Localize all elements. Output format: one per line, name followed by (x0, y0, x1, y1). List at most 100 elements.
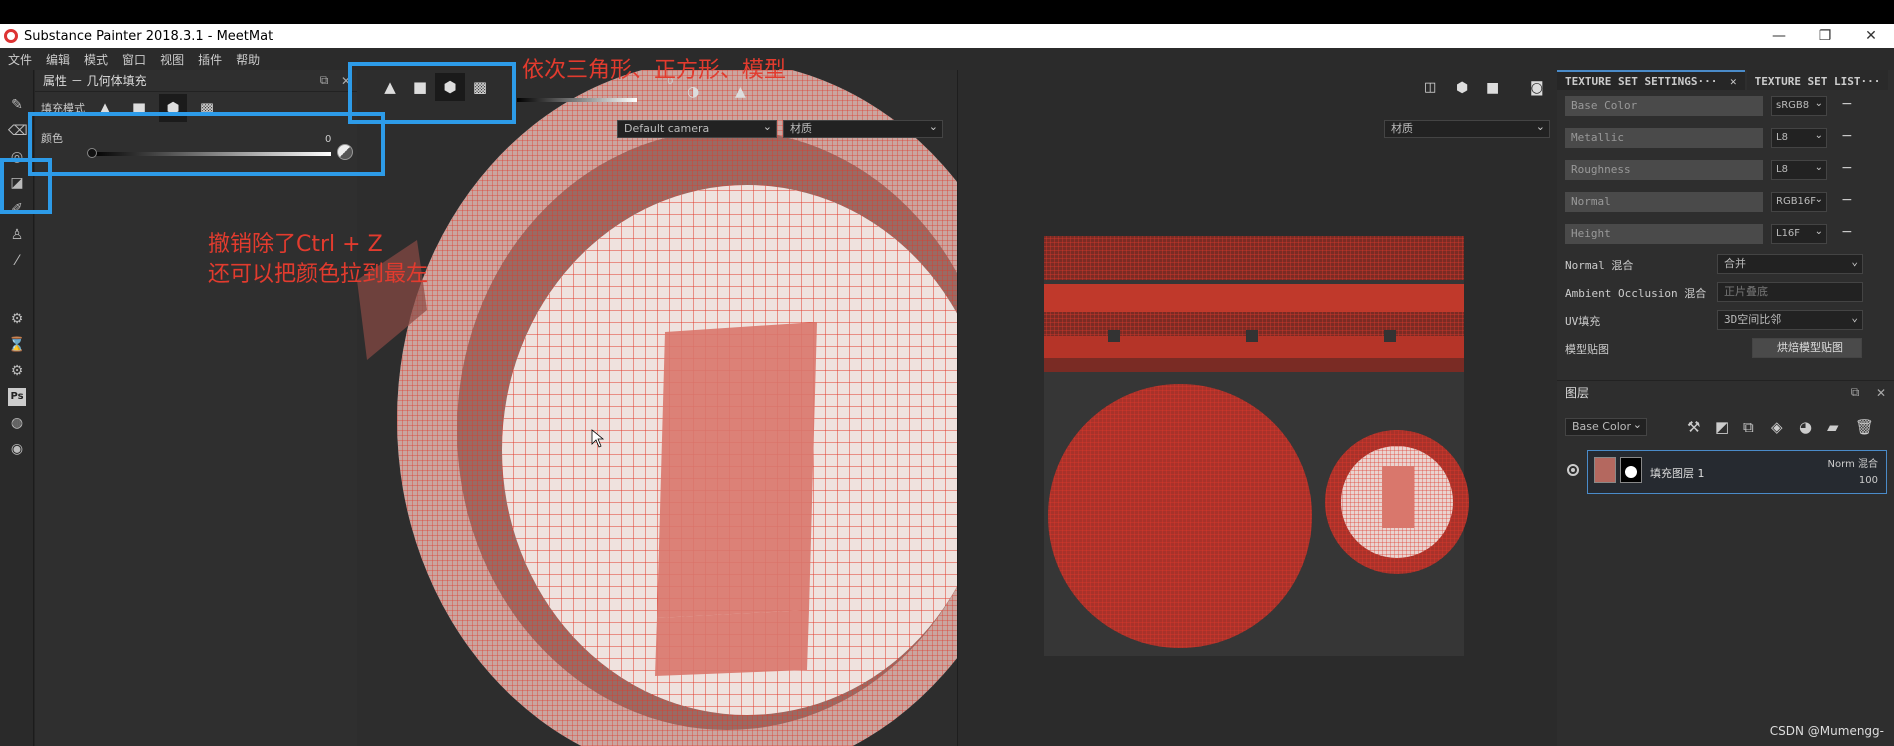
csdn-watermark: CSDN @Mumengg- (1769, 724, 1884, 738)
restore-button[interactable]: ❐ (1802, 28, 1848, 44)
contrast-icon[interactable]: ◑ (687, 84, 699, 100)
remove-channel-icon[interactable]: − (1841, 160, 1853, 176)
substance-app-icon (4, 29, 18, 43)
window-title: Substance Painter 2018.3.1 - MeetMat (24, 28, 274, 44)
channel-name[interactable]: Height (1565, 224, 1763, 244)
right-panel-tabs: TEXTURE SET SETTINGS··· ✕ TEXTURE SET LI… (1557, 70, 1894, 90)
mesh-maps-label: 模型贴图 (1565, 343, 1609, 356)
channel-row: Base Color sRGB8 − (1557, 90, 1894, 122)
menu-window[interactable]: 窗口 (122, 51, 146, 68)
layer-channel-select[interactable]: Base Color (1565, 417, 1647, 436)
layer-name: 填充图层 1 (1650, 467, 1705, 480)
layers-title: 图层 (1565, 386, 1590, 400)
menu-plugins[interactable]: 插件 (198, 51, 222, 68)
channel-format-select[interactable]: L8 (1771, 159, 1827, 180)
uv-padding-select[interactable]: 3D空间比邻 (1717, 309, 1863, 330)
tab-texture-set-settings-label: TEXTURE SET SETTINGS··· (1565, 75, 1718, 88)
paint-brush-icon[interactable]: ✎ (8, 96, 26, 114)
mask-icon[interactable]: ▲ (735, 84, 746, 100)
add-layer-icon[interactable]: ⧉ (1743, 418, 1754, 436)
normal-blend-label: Normal 混合 (1565, 259, 1634, 272)
remove-channel-icon[interactable]: − (1841, 192, 1853, 208)
eraser-icon[interactable]: ⌫ (8, 122, 28, 140)
color-picker-icon[interactable]: ⁄ (8, 252, 26, 270)
shelf-icon[interactable]: ⚙ (8, 310, 26, 328)
settings-icon[interactable]: ⚙ (8, 362, 26, 380)
material-select-3d[interactable]: 材质 (783, 119, 943, 138)
channel-row: Height L16F − (1557, 218, 1894, 250)
layer-opacity[interactable]: 100 (1859, 475, 1878, 486)
menu-help[interactable]: 帮助 (236, 51, 260, 68)
menu-edit[interactable]: 编辑 (46, 51, 70, 68)
viewport-2d[interactable]: 材质 ◫ ⬢ ■ ◙ (957, 70, 1557, 746)
undock-icon[interactable]: ⧉ (313, 73, 335, 88)
add-folder-icon[interactable]: ▰ (1827, 418, 1839, 436)
remove-channel-icon[interactable]: − (1841, 128, 1853, 144)
channel-name[interactable]: Base Color (1565, 96, 1763, 116)
screenshot-icon[interactable]: ◙ (1530, 80, 1544, 96)
environment-icon[interactable]: ⬢ (1456, 80, 1468, 96)
layer-color-thumbnail (1594, 457, 1616, 483)
bake-mesh-maps-button[interactable]: 烘焙模型贴图 (1752, 338, 1862, 358)
channel-format-select[interactable]: RGB16F (1771, 191, 1827, 212)
add-effect-icon[interactable]: ⚒ (1687, 418, 1700, 436)
add-mask-icon[interactable]: ◩ (1715, 418, 1729, 436)
menu-file[interactable]: 文件 (8, 51, 32, 68)
layer-item[interactable]: 填充图层 1 Norm 混合 100 (1587, 450, 1887, 494)
remove-channel-icon[interactable]: − (1841, 96, 1853, 112)
history-icon[interactable]: ⌛ (8, 336, 26, 354)
ao-blend-row: Ambient Occlusion 混合 正片叠底 (1557, 278, 1894, 306)
export-icon[interactable]: ◍ (8, 414, 26, 432)
viewport-3d[interactable]: ▲ ■ ⬢ ▩ 0 ◑ ▲ Default camera 材质 (357, 70, 957, 746)
remove-channel-icon[interactable]: − (1841, 224, 1853, 240)
close-button[interactable]: ✕ (1848, 28, 1894, 44)
properties-title: 属性 － 几何体填充 (43, 74, 147, 88)
layer-visibility-icon[interactable] (1567, 464, 1579, 476)
undock-icon[interactable]: ⧉ (1842, 385, 1868, 400)
tab-texture-set-list[interactable]: TEXTURE SET LIST··· (1746, 70, 1889, 90)
layers-toolbar: Base Color ⚒ ◩ ⧉ ◈ ◕ ▰ 🗑 (1557, 416, 1894, 440)
delete-layer-icon[interactable]: 🗑 (1855, 418, 1874, 436)
channel-format-select[interactable]: sRGB8 (1771, 95, 1827, 116)
layers-header: 图层 ⧉ ✕ (1557, 380, 1894, 404)
close-panel-icon[interactable]: ✕ (1868, 386, 1894, 400)
channel-name[interactable]: Metallic (1565, 128, 1763, 148)
texture-set-panel: TEXTURE SET SETTINGS··· ✕ TEXTURE SET LI… (1557, 70, 1894, 746)
annotation-undo-line2: 还可以把颜色拉到最左 (208, 262, 429, 287)
viewport-slider[interactable] (517, 98, 637, 102)
add-smart-material-icon[interactable]: ◕ (1799, 418, 1812, 436)
uv-padding-row: UV填充 3D空间比邻 (1557, 306, 1894, 334)
channel-row: Normal RGB16F − (1557, 186, 1894, 218)
highlight-color-slider (28, 112, 385, 176)
tab-close-icon[interactable]: ✕ (1730, 75, 1737, 88)
top-black-bar (0, 0, 1894, 24)
split-view-icon[interactable]: ◫ (1424, 80, 1436, 95)
minimize-button[interactable]: — (1756, 28, 1802, 44)
layer-mask-thumbnail[interactable] (1620, 457, 1642, 483)
clone-stamp-icon[interactable]: ♙ (8, 226, 26, 244)
menu-bar: 文件 编辑 模式 窗口 视图 插件 帮助 (0, 48, 1894, 70)
ao-blend-label: Ambient Occlusion 混合 (1565, 287, 1707, 300)
mesh-3d-render (357, 70, 957, 746)
add-fill-layer-icon[interactable]: ◈ (1771, 418, 1783, 436)
ao-blend-field[interactable]: 正片叠底 (1717, 282, 1863, 302)
layer-blend-mode[interactable]: Norm 混合 (1828, 455, 1878, 470)
normal-blend-row: Normal 混合 合并 (1557, 250, 1894, 278)
mesh-maps-row: 模型贴图 烘焙模型贴图 (1557, 334, 1894, 362)
channel-format-select[interactable]: L8 (1771, 127, 1827, 148)
channel-format-select[interactable]: L16F (1771, 223, 1827, 244)
channel-name[interactable]: Normal (1565, 192, 1763, 212)
annotation-undo-line1: 撤销除了Ctrl + Z (208, 232, 383, 257)
material-select-2d[interactable]: 材质 (1384, 119, 1550, 138)
camera-select[interactable]: Default camera (617, 119, 777, 138)
normal-blend-select[interactable]: 合并 (1717, 253, 1863, 274)
camera-icon[interactable]: ■ (1486, 80, 1499, 96)
properties-header: 属性 － 几何体填充 ⧉ ✕ (35, 70, 357, 92)
photoshop-icon[interactable]: Ps (8, 388, 26, 406)
channel-name[interactable]: Roughness (1565, 160, 1763, 180)
tab-texture-set-settings[interactable]: TEXTURE SET SETTINGS··· ✕ (1557, 70, 1745, 90)
channel-row: Metallic L8 − (1557, 122, 1894, 154)
menu-view[interactable]: 视图 (160, 51, 184, 68)
menu-mode[interactable]: 模式 (84, 51, 108, 68)
display-settings-icon[interactable]: ◉ (8, 440, 26, 458)
